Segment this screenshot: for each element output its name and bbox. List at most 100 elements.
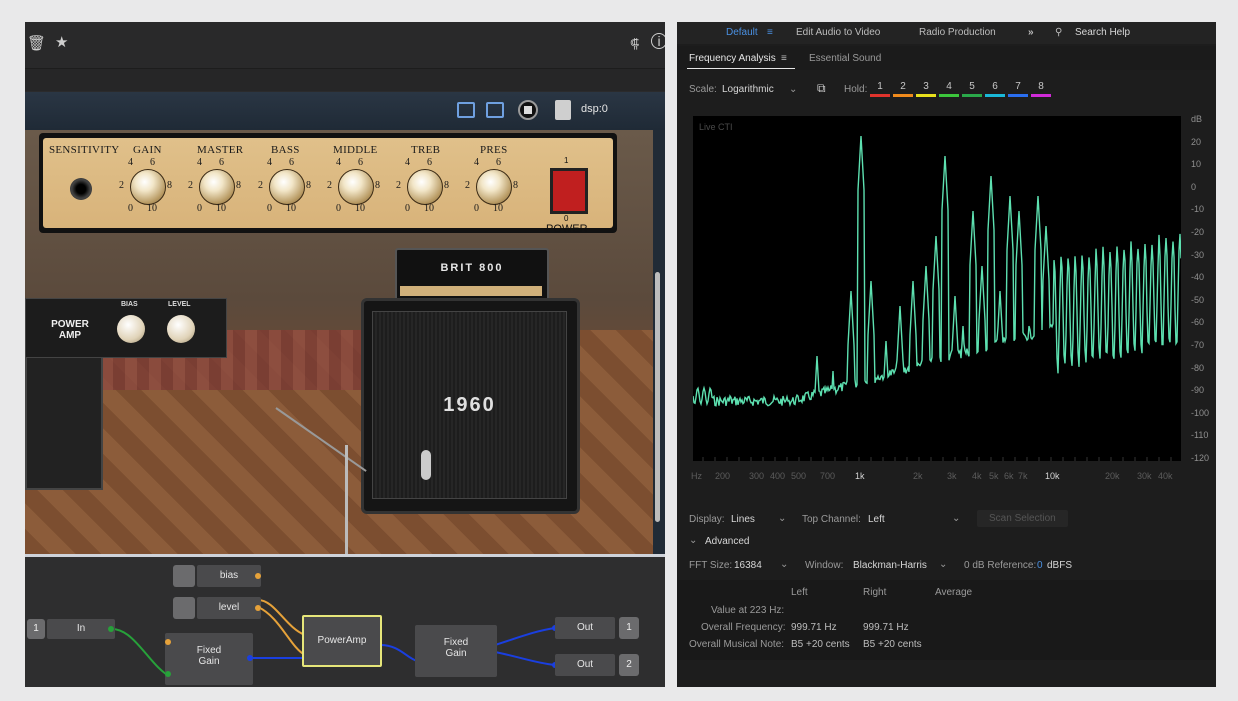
freq-tick-label: 40k <box>1158 471 1173 481</box>
bias-output-pin[interactable] <box>255 573 261 579</box>
out1-node[interactable]: Out <box>555 617 615 639</box>
microphone[interactable] <box>421 450 431 480</box>
level-badge[interactable] <box>173 597 195 619</box>
poweramp-node[interactable]: PowerAmp <box>302 615 382 667</box>
scale-chevron-icon[interactable]: ⌄ <box>789 84 797 95</box>
display-label: Display: <box>689 514 725 525</box>
copy-icon[interactable]: ⧉ <box>817 81 826 96</box>
fixed-gain-node-2[interactable]: Fixed Gain <box>415 625 497 677</box>
hold-slot-1[interactable]: 1 <box>870 81 890 92</box>
level-node[interactable]: level <box>197 597 261 619</box>
knob-scale-number: 10 <box>493 203 503 214</box>
layout-bottom-icon[interactable] <box>486 102 504 118</box>
hold-slot-8[interactable]: 8 <box>1031 81 1051 92</box>
bias-knob[interactable] <box>117 315 145 343</box>
freq-tick-label: 700 <box>820 471 836 481</box>
bias-node[interactable]: bias <box>197 565 261 587</box>
fixed-gain-1-out-pin[interactable] <box>247 655 253 661</box>
out1-badge: 1 <box>619 617 639 639</box>
power-switch[interactable] <box>550 168 588 214</box>
info-header-average: Average <box>935 587 973 598</box>
workspace-menu-icon[interactable]: ≡ <box>767 27 773 38</box>
zero-db-reference-value[interactable]: 0 <box>1037 560 1043 571</box>
window-chevron-icon[interactable]: ⌄ <box>939 559 947 570</box>
fixed-gain-1-pin-b[interactable] <box>165 671 171 677</box>
fft-size-select[interactable]: 16384 <box>734 560 762 571</box>
hold-slot-3[interactable]: 3 <box>916 81 936 92</box>
workspace-default[interactable]: Default <box>726 27 758 38</box>
fixed-gain-node-1[interactable]: Fixed Gain <box>165 633 253 685</box>
workspace-edit-audio-to-video[interactable]: Edit Audio to Video <box>796 27 880 38</box>
tab-essential-sound[interactable]: Essential Sound <box>809 53 881 64</box>
fixed-gain-2-label: Fixed Gain <box>443 637 469 659</box>
input-jack[interactable] <box>70 178 92 200</box>
hold-slot-2[interactable]: 2 <box>893 81 913 92</box>
knob-scale-number: 10 <box>424 203 434 214</box>
freq-tick-label: 10k <box>1045 471 1060 481</box>
tab-menu-icon[interactable]: ≡ <box>781 53 787 64</box>
knob-scale-number: 8 <box>375 180 380 191</box>
fixed-gain-1-pin-a[interactable] <box>165 639 171 645</box>
wire-in-fixedgain <box>111 628 172 678</box>
hold-slot-5[interactable]: 5 <box>962 81 982 92</box>
knob-scale-number: 8 <box>513 180 518 191</box>
host-toolbar: 🗑 ★ ⸿ i <box>25 22 665 69</box>
info-icon[interactable]: i <box>651 33 665 49</box>
knob-scale-number: 0 <box>128 203 133 214</box>
knob-scale-number: 4 <box>128 157 133 168</box>
knob-scale-number: 4 <box>197 157 202 168</box>
top-channel-select[interactable]: Left <box>868 514 885 525</box>
display-chevron-icon[interactable]: ⌄ <box>778 513 786 524</box>
hold-slot-7[interactable]: 7 <box>1008 81 1028 92</box>
out2-badge: 2 <box>619 654 639 676</box>
power-amp-title-line1: POWER <box>51 319 89 330</box>
wire-poweramp-fixedgain <box>378 644 418 662</box>
hold-slot-6[interactable]: 6 <box>985 81 1005 92</box>
fft-chevron-icon[interactable]: ⌄ <box>780 559 788 570</box>
layout-split-icon[interactable] <box>457 102 475 118</box>
scan-selection-button[interactable]: Scan Selection <box>977 510 1068 527</box>
db-tick-label: dB <box>1191 114 1203 124</box>
freq-tick-label: 4k <box>972 471 982 481</box>
star-icon[interactable]: ★ <box>55 33 68 51</box>
amp-control-panel: SENSITIVITY GAIN MASTER BASS MIDDLE TREB… <box>43 138 613 235</box>
treb-knob[interactable] <box>407 169 443 205</box>
level-knob[interactable] <box>167 315 195 343</box>
scrollbar[interactable] <box>655 272 660 522</box>
master-knob[interactable] <box>199 169 235 205</box>
scale-select[interactable]: Logarithmic <box>722 84 774 95</box>
advanced-chevron-icon[interactable]: ⌄ <box>689 535 697 546</box>
hold-slot-4[interactable]: 4 <box>939 81 959 92</box>
knob-scale-number: 8 <box>167 180 172 191</box>
in-node[interactable]: In <box>47 619 115 639</box>
print-icon[interactable] <box>555 100 571 120</box>
bias-badge[interactable] <box>173 565 195 587</box>
search-help-input[interactable]: Search Help <box>1075 27 1130 38</box>
in-output-pin[interactable] <box>108 626 114 632</box>
middle-knob[interactable] <box>338 169 374 205</box>
bass-knob[interactable] <box>269 169 305 205</box>
power-on-mark: 1 <box>564 156 569 165</box>
knob-scale-number: 2 <box>396 180 401 191</box>
info-row-left: 999.71 Hz <box>791 622 837 633</box>
workspace-radio-production[interactable]: Radio Production <box>919 27 996 38</box>
hold-color-bar-5 <box>962 94 982 97</box>
more-workspaces-icon[interactable]: » <box>1028 27 1034 38</box>
level-output-pin[interactable] <box>255 605 261 611</box>
display-select[interactable]: Lines <box>731 514 755 525</box>
pres-knob[interactable] <box>476 169 512 205</box>
gain-knob[interactable] <box>130 169 166 205</box>
wire-out2 <box>494 651 556 666</box>
route-icon[interactable]: ⸿ <box>630 34 639 52</box>
window-select[interactable]: Blackman-Harris <box>853 560 927 571</box>
out2-node[interactable]: Out <box>555 654 615 676</box>
top-channel-chevron-icon[interactable]: ⌄ <box>952 513 960 524</box>
zero-db-reference-label: 0 dB Reference: <box>964 560 1037 571</box>
knob-scale-number: 10 <box>147 203 157 214</box>
power-off-mark: 0 <box>564 214 569 223</box>
advanced-toggle[interactable]: Advanced <box>705 536 749 547</box>
record-stop-icon[interactable] <box>518 100 538 120</box>
trash-icon[interactable]: 🗑 <box>27 34 46 52</box>
tab-frequency-analysis[interactable]: Frequency Analysis <box>689 53 776 64</box>
spectrum-trace <box>693 135 1181 408</box>
